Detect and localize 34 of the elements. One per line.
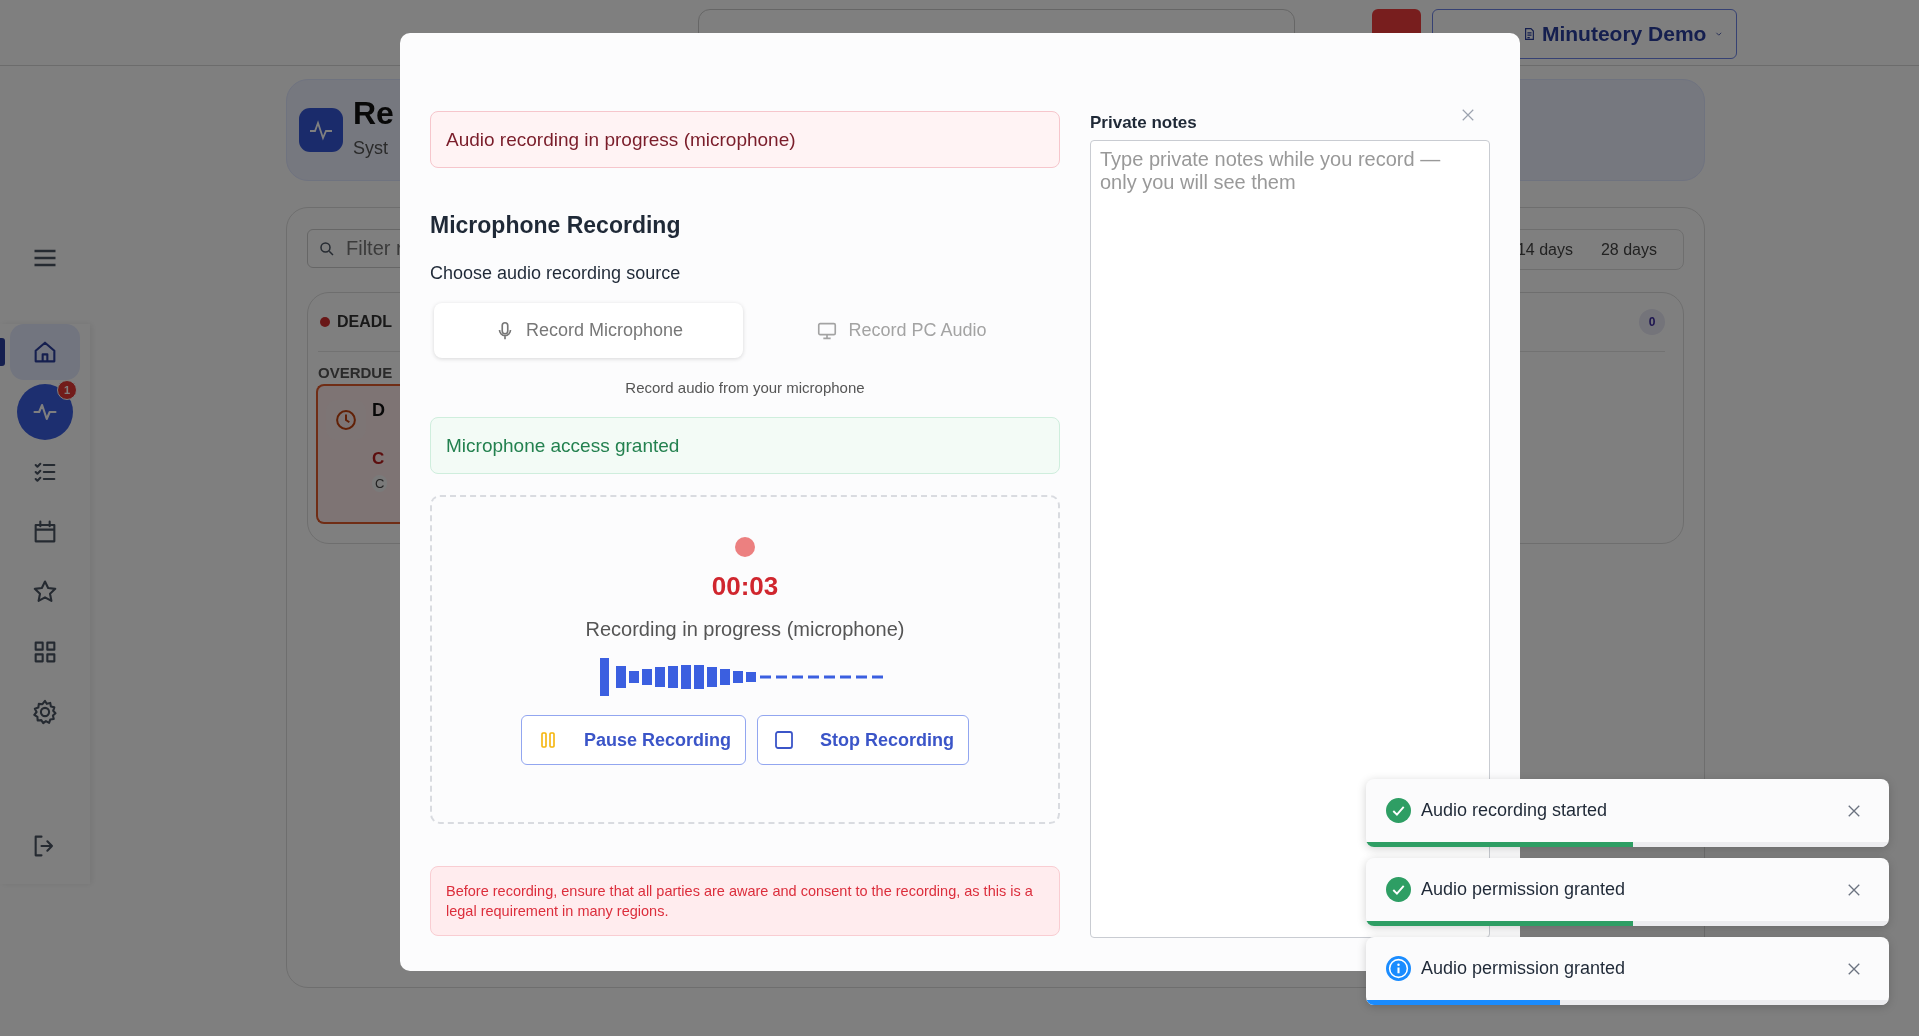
check-icon	[1386, 877, 1411, 902]
pulse-icon	[299, 108, 343, 152]
info-icon	[1386, 956, 1411, 981]
toast-message: Audio permission granted	[1421, 958, 1626, 979]
group-label: OVERDUE	[318, 364, 394, 381]
selection-bar	[0, 338, 5, 366]
status-dot	[320, 317, 330, 327]
consent-notice: Before recording, ensure that all parties are aware and consent to the recording, as this is a legal requirement in many regions.	[430, 866, 1060, 936]
section-title: DEADL	[337, 313, 393, 331]
notes-label: Private notes	[1090, 113, 1197, 133]
access-alert: Microphone access granted	[430, 417, 1060, 474]
dialog-heading: Microphone Recording	[430, 212, 682, 239]
range-option[interactable]: 28 days	[1588, 240, 1669, 259]
page-subtitle: Syst	[353, 138, 389, 159]
deadline-status: C	[372, 449, 386, 469]
check-icon	[1386, 798, 1411, 823]
source-hint: Record audio from your microphone	[624, 379, 866, 396]
source-tab[interactable]: Record PC Audio	[747, 303, 1056, 358]
source-tab[interactable]: Record Microphone	[434, 303, 743, 358]
recording-timer: 00:03	[711, 571, 779, 602]
recording-status: Recording in progress (microphone)	[585, 618, 905, 641]
recording-dot	[735, 537, 755, 557]
stop-icon	[774, 730, 794, 750]
count-badge: 0	[1639, 309, 1665, 335]
recorder-button[interactable]: Pause Recording	[520, 715, 746, 765]
recording-banner: Audio recording in progress (microphone)	[430, 111, 1060, 168]
deadline-tag: C	[372, 475, 388, 492]
source-label: Choose audio recording source	[430, 263, 682, 284]
settings-icon	[31, 698, 59, 726]
search-icon	[318, 239, 336, 258]
page-title: Re	[353, 95, 394, 132]
recorder-button[interactable]: Stop Recording	[757, 715, 969, 765]
deadline-title: D	[372, 400, 386, 421]
notification-badge: 1	[57, 380, 77, 400]
